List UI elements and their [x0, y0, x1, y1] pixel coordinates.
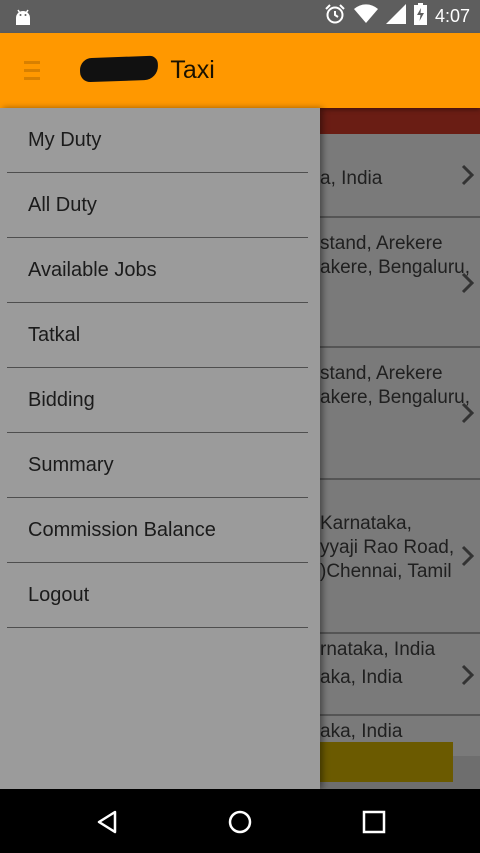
- list-item-line: Karnataka,: [320, 513, 412, 534]
- status-bar: 4:07: [0, 0, 480, 33]
- list-item-line: akere, Bengaluru,: [320, 257, 470, 278]
- chevron-right-icon: [461, 664, 474, 686]
- chevron-right-icon: [461, 164, 474, 186]
- list-item-line: yyaji Rao Road,: [320, 537, 455, 558]
- chevron-right-icon: [461, 545, 474, 567]
- chevron-right-icon: [461, 402, 474, 424]
- recents-icon[interactable]: [361, 809, 387, 835]
- back-icon[interactable]: [94, 809, 120, 835]
- list-item-line: rnataka, India: [320, 639, 436, 660]
- drawer-item-label: Commission Balance: [28, 519, 216, 541]
- drawer-item-label: Bidding: [28, 389, 95, 411]
- drawer-item-label: Logout: [28, 584, 90, 606]
- drawer-item-label: Available Jobs: [28, 259, 157, 281]
- drawer-item-all-duty[interactable]: All Duty: [7, 173, 308, 238]
- drawer-item-summary[interactable]: Summary: [7, 433, 308, 498]
- drawer-item-available-jobs[interactable]: Available Jobs: [7, 238, 308, 303]
- wifi-icon: [353, 4, 378, 29]
- drawer-item-label: My Duty: [28, 129, 102, 151]
- drawer-item-tatkal[interactable]: Tatkal: [7, 303, 308, 368]
- app-title-text: Taxi: [170, 56, 215, 84]
- android-icon: [12, 6, 34, 33]
- navigation-drawer: My Duty All Duty Available Jobs Tatkal B…: [0, 108, 320, 789]
- drawer-item-commission-balance[interactable]: Commission Balance: [7, 498, 308, 563]
- list-item-line: a, India: [320, 168, 383, 189]
- home-icon[interactable]: [227, 809, 253, 835]
- drawer-item-my-duty[interactable]: My Duty: [7, 108, 308, 173]
- drawer-item-bidding[interactable]: Bidding: [7, 368, 308, 433]
- app-title: XXXXX Taxi: [80, 55, 215, 85]
- app-toolbar: XXXXX Taxi: [0, 33, 480, 108]
- drawer-item-label: Summary: [28, 454, 114, 476]
- drawer-item-label: All Duty: [28, 194, 97, 216]
- bottom-action-bar[interactable]: [320, 742, 453, 782]
- drawer-item-label: Tatkal: [28, 324, 81, 346]
- drawer-item-logout[interactable]: Logout: [7, 563, 308, 628]
- alarm-icon: [324, 3, 346, 30]
- signal-icon: [385, 4, 406, 29]
- list-item-line: stand, Arekere: [320, 233, 443, 254]
- status-time: 4:07: [434, 6, 470, 26]
- system-nav-bar: [0, 789, 480, 853]
- list-item-line: aka, India: [320, 667, 403, 688]
- list-item-line: stand, Arekere: [320, 363, 443, 384]
- battery-icon: [413, 3, 427, 30]
- menu-icon[interactable]: [24, 61, 40, 81]
- list-item-line: akere, Bengaluru,: [320, 387, 470, 408]
- list-item-line: )Chennai, Tamil: [320, 561, 452, 582]
- chevron-right-icon: [461, 272, 474, 294]
- list-item-line: aka, India: [320, 721, 403, 742]
- screen: 4:07 XXXXX Taxi a, India stand, Arekere …: [0, 0, 480, 853]
